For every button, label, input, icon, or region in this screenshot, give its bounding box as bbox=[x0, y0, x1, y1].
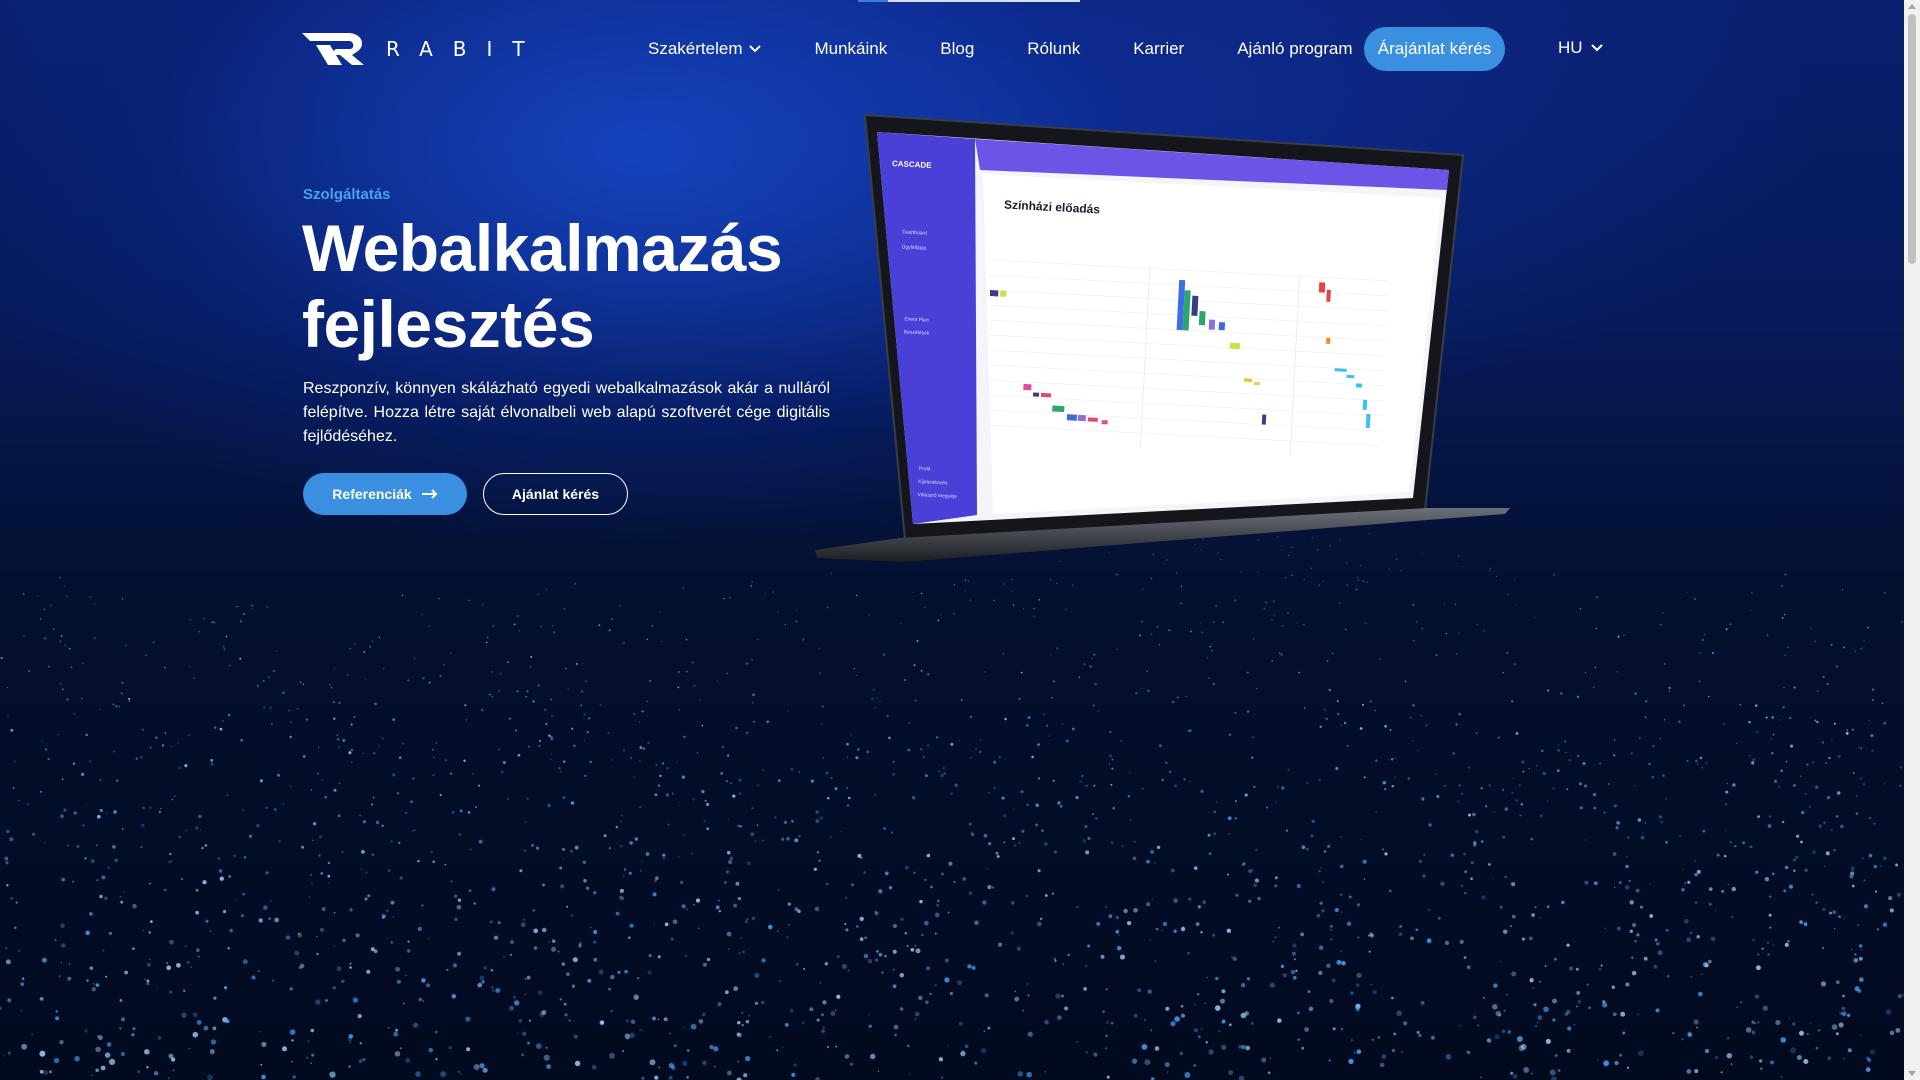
mockup-sidebar-item: Ügyféllátás bbox=[901, 244, 927, 252]
nav-item-label: Munkáink bbox=[814, 39, 888, 58]
nav-item-rolunk[interactable]: Rólunk bbox=[1027, 39, 1080, 59]
scroll-thumb[interactable] bbox=[1908, 14, 1916, 264]
scroll-down-arrow[interactable] bbox=[1908, 1071, 1916, 1076]
quote-request-button[interactable]: Árajánlat kérés bbox=[1364, 27, 1505, 71]
references-button-label: Referenciák bbox=[332, 486, 412, 502]
nav-item-label: Rólunk bbox=[1027, 39, 1081, 58]
page-scrollbar[interactable] bbox=[1904, 0, 1920, 1080]
language-selector[interactable]: HU bbox=[1558, 38, 1603, 58]
brand-name: RABIT bbox=[386, 37, 545, 61]
references-button[interactable]: Referenciák bbox=[303, 473, 467, 515]
nav-item-label: Szakértelem bbox=[648, 39, 743, 58]
nav-item-label: Ajánló program bbox=[1237, 39, 1353, 58]
hero-title: Webalkalmazás fejlesztés bbox=[302, 210, 902, 362]
site-header: RABIT Szakértelem Munkáink Blog Rólunk K… bbox=[0, 0, 1904, 98]
mockup-sidebar: Dashboard Ügyféllátás bbox=[901, 225, 927, 256]
mockup-gantt-chart bbox=[990, 260, 1390, 456]
hero-description: Reszponzív, könnyen skálázható egyedi we… bbox=[303, 380, 830, 445]
nav-item-blog[interactable]: Blog bbox=[940, 39, 974, 59]
nav-item-label: Karrier bbox=[1133, 39, 1185, 58]
nav-item-munkaink[interactable]: Munkáink bbox=[814, 39, 887, 59]
chevron-down-icon bbox=[749, 45, 762, 53]
nav-item-szakertelem[interactable]: Szakértelem bbox=[648, 39, 762, 59]
mockup-sidebar-item: Választó megyéje bbox=[917, 491, 957, 501]
mockup-sidebar-item: Dashboard bbox=[902, 229, 928, 237]
mockup-sidebar-item: Beszélések bbox=[903, 329, 930, 337]
mockup-sidebar-sub: Event Plan Beszélések bbox=[903, 313, 930, 340]
offer-request-button[interactable]: Ajánlat kérés bbox=[483, 473, 628, 515]
arrow-right-icon bbox=[421, 489, 438, 499]
language-label: HU bbox=[1558, 38, 1583, 57]
mockup-sidebar-item: Event Plan bbox=[904, 316, 929, 324]
hero-title-line1: Webalkalmazás bbox=[302, 211, 783, 285]
rabit-logo-icon bbox=[302, 33, 364, 65]
hero-eyebrow: Szolgáltatás bbox=[303, 186, 391, 203]
brand-logo[interactable]: RABIT bbox=[302, 30, 545, 68]
nav-item-label: Blog bbox=[940, 39, 975, 58]
nav-item-karrier[interactable]: Karrier bbox=[1133, 39, 1184, 59]
main-nav: Szakértelem Munkáink Blog Rólunk Karrier… bbox=[648, 0, 1406, 98]
scroll-up-arrow[interactable] bbox=[1908, 4, 1916, 9]
chevron-down-icon bbox=[1590, 44, 1603, 52]
mockup-sidebar-bottom: Profil Kijelentkezés Választó megyéje bbox=[917, 463, 958, 504]
nav-item-ajanlo-program[interactable]: Ajánló program bbox=[1237, 39, 1352, 59]
hero-title-line2: fejlesztés bbox=[302, 287, 595, 361]
